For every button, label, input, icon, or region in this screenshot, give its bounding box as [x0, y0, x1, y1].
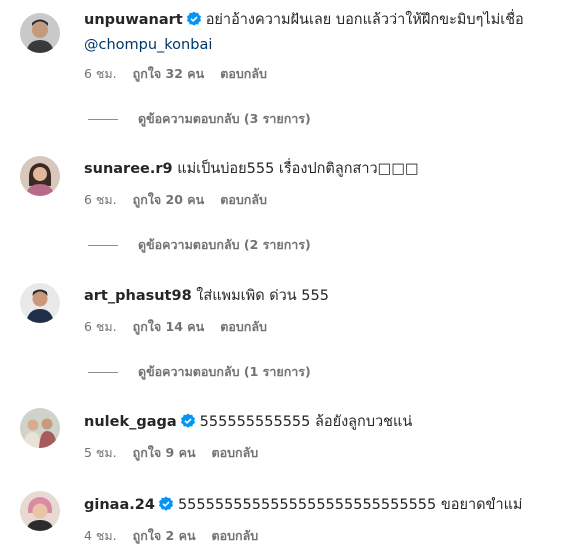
- comment-likes[interactable]: ถูกใจ 14 คน: [133, 319, 205, 334]
- comment-text: ใส่แพมเพิด ด่วน 555: [196, 288, 329, 304]
- divider-line: [88, 119, 118, 120]
- reply-button[interactable]: ตอบกลับ: [220, 66, 267, 81]
- avatar[interactable]: [20, 283, 60, 323]
- reply-button[interactable]: ตอบกลับ: [220, 319, 267, 334]
- comment-meta: 6 ชม. ถูกใจ 14 คน ตอบกลับ: [84, 318, 283, 336]
- comment-likes[interactable]: ถูกใจ 9 คน: [133, 445, 196, 460]
- comment-time[interactable]: 6 ชม.: [84, 319, 117, 334]
- comment-meta: 6 ชม. ถูกใจ 32 คน ตอบกลับ: [84, 65, 283, 83]
- comment-time[interactable]: 4 ชม.: [84, 528, 117, 543]
- reply-button[interactable]: ตอบกลับ: [212, 445, 259, 460]
- comment-likes[interactable]: ถูกใจ 2 คน: [133, 528, 196, 543]
- divider-line: [88, 245, 118, 246]
- comment-time[interactable]: 6 ชม.: [84, 192, 117, 207]
- comment-meta: 4 ชม. ถูกใจ 2 คน ตอบกลับ: [84, 527, 274, 545]
- comment-username[interactable]: ginaa.24: [84, 497, 155, 513]
- comment-username[interactable]: unpuwanart: [84, 12, 183, 28]
- comment-time[interactable]: 5 ชม.: [84, 445, 117, 460]
- verified-badge-icon: [180, 413, 196, 429]
- comment-text: แม่เป็นบ่อย555 เรื่องปกติลูกสาว□□□: [177, 161, 419, 177]
- comment-meta: 6 ชม. ถูกใจ 20 คน ตอบกลับ: [84, 191, 283, 209]
- avatar[interactable]: [20, 491, 60, 531]
- avatar[interactable]: [20, 156, 60, 196]
- verified-badge-icon: [158, 496, 174, 512]
- view-replies-button[interactable]: ดูข้อความตอบกลับ (2 รายการ): [88, 236, 311, 254]
- view-replies-label: ดูข้อความตอบกลับ (2 รายการ): [138, 237, 311, 252]
- comment-text: 555555555555 ล้อยังลูกบวชแน่: [199, 414, 413, 430]
- view-replies-label: ดูข้อความตอบกลับ (1 รายการ): [138, 364, 311, 379]
- avatar[interactable]: [20, 408, 60, 448]
- comment-meta: 5 ชม. ถูกใจ 9 คน ตอบกลับ: [84, 444, 274, 462]
- comment-username[interactable]: nulek_gaga: [84, 414, 177, 430]
- comment-text: อย่าอ้างความฝันเลย บอกแล้วว่าให้ฝึกขะมิบ…: [205, 12, 524, 28]
- reply-button[interactable]: ตอบกลับ: [212, 528, 259, 543]
- avatar[interactable]: [20, 13, 60, 53]
- comment-username[interactable]: sunaree.r9: [84, 161, 173, 177]
- divider-line: [88, 372, 118, 373]
- view-replies-button[interactable]: ดูข้อความตอบกลับ (1 รายการ): [88, 363, 311, 381]
- view-replies-label: ดูข้อความตอบกลับ (3 รายการ): [138, 111, 311, 126]
- comment-username[interactable]: art_phasut98: [84, 288, 192, 304]
- reply-button[interactable]: ตอบกลับ: [220, 192, 267, 207]
- mention-link[interactable]: @chompu_konbai: [84, 37, 212, 53]
- comment-time[interactable]: 6 ชม.: [84, 66, 117, 81]
- comment-likes[interactable]: ถูกใจ 20 คน: [133, 192, 205, 207]
- view-replies-button[interactable]: ดูข้อความตอบกลับ (3 รายการ): [88, 110, 311, 128]
- comment-text: 5555555555555555555555555555 ขอยาดขำแม่: [177, 497, 523, 513]
- verified-badge-icon: [186, 11, 202, 27]
- comment-likes[interactable]: ถูกใจ 32 คน: [133, 66, 205, 81]
